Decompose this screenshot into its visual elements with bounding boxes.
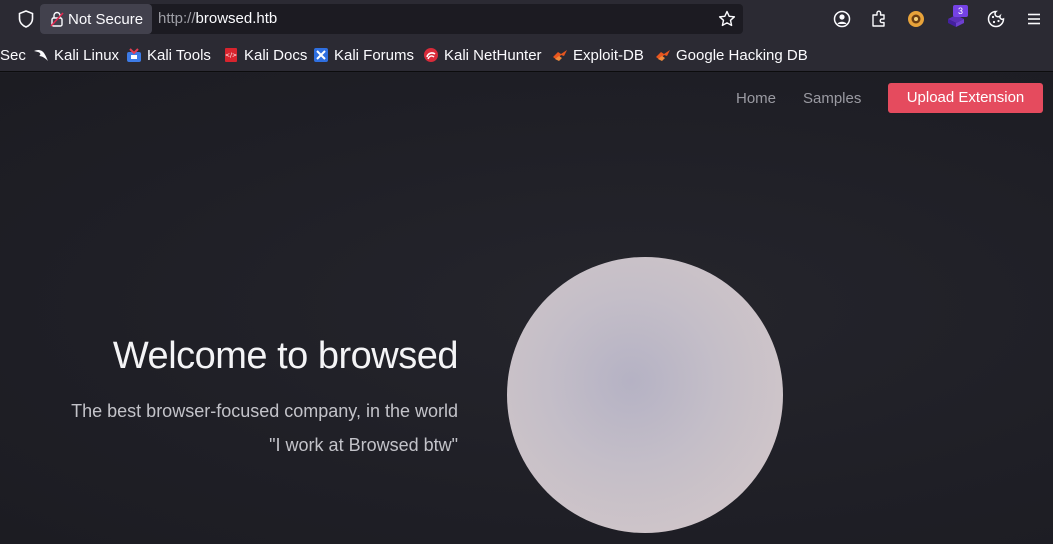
svg-text:</>: </> bbox=[225, 52, 237, 59]
foxyproxy-icon[interactable] bbox=[906, 9, 926, 29]
bookmark-label: Kali Docs bbox=[244, 46, 308, 64]
security-label: Not Secure bbox=[68, 10, 144, 28]
bookmark-label: Sec bbox=[0, 46, 26, 64]
url-protocol: http:// bbox=[158, 10, 196, 27]
bookmarks-toolbar: Sec Kali Linux Kali Tools </> Kali Docs … bbox=[0, 38, 1053, 72]
bookmark-label: Kali NetHunter bbox=[444, 46, 542, 64]
hero-circle-image bbox=[507, 257, 783, 533]
bookmark-kali-tools[interactable]: Kali Tools bbox=[126, 46, 211, 64]
browser-toolbar: Not Secure http://browsed.htb 3 bbox=[0, 0, 1053, 38]
bookmark-label: Exploit-DB bbox=[573, 46, 644, 64]
kali-dragon-icon bbox=[34, 49, 48, 61]
page-content: Home Samples Upload Extension Welcome to… bbox=[0, 73, 1053, 544]
bookmark-kali-docs[interactable]: </> Kali Docs bbox=[223, 46, 307, 64]
bookmark-kali-linux[interactable]: Kali Linux bbox=[33, 46, 119, 64]
hero-title: Welcome to browsed bbox=[112, 335, 459, 377]
shield-icon[interactable] bbox=[16, 9, 36, 29]
bookmark-kali-forums[interactable]: Kali Forums bbox=[313, 46, 414, 64]
nethunter-icon bbox=[424, 48, 438, 62]
bookmark-exploit-db[interactable]: Exploit-DB bbox=[552, 46, 644, 64]
site-security-indicator[interactable]: Not Secure bbox=[40, 4, 152, 34]
exploit-db-icon bbox=[553, 50, 567, 61]
bookmark-label: Kali Tools bbox=[147, 46, 211, 64]
extension-badge: 3 bbox=[953, 5, 968, 17]
bookmark-google-hacking-db[interactable]: Google Hacking DB bbox=[655, 46, 808, 64]
kali-docs-icon: </> bbox=[225, 48, 237, 62]
bookmark-star-icon[interactable] bbox=[717, 9, 737, 29]
account-icon[interactable] bbox=[832, 9, 852, 29]
url-host: browsed.htb bbox=[195, 10, 278, 27]
kali-tools-icon bbox=[127, 48, 141, 62]
address-bar[interactable]: Not Secure http://browsed.htb bbox=[40, 4, 743, 34]
lock-icon bbox=[50, 11, 64, 27]
url-text[interactable]: http://browsed.htb bbox=[158, 10, 277, 27]
bookmark-label: Kali Forums bbox=[334, 46, 415, 64]
bookmark-sec[interactable]: Sec bbox=[0, 46, 26, 64]
nav-home-link[interactable]: Home bbox=[736, 90, 776, 107]
bookmark-label: Kali Linux bbox=[54, 46, 120, 64]
menu-icon[interactable] bbox=[1024, 9, 1044, 29]
bookmark-kali-nethunter[interactable]: Kali NetHunter bbox=[423, 46, 542, 64]
kali-forums-icon bbox=[314, 48, 328, 62]
cookie-icon[interactable] bbox=[986, 9, 1006, 29]
extensions-icon[interactable] bbox=[869, 9, 889, 29]
upload-extension-button[interactable]: Upload Extension bbox=[888, 83, 1043, 113]
hero-quote: "I work at Browsed btw" bbox=[269, 435, 458, 455]
hero-subtitle: The best browser-focused company, in the… bbox=[71, 401, 458, 421]
bookmark-label: Google Hacking DB bbox=[676, 46, 808, 64]
ghdb-icon bbox=[656, 50, 670, 61]
nav-samples-link[interactable]: Samples bbox=[803, 90, 861, 107]
